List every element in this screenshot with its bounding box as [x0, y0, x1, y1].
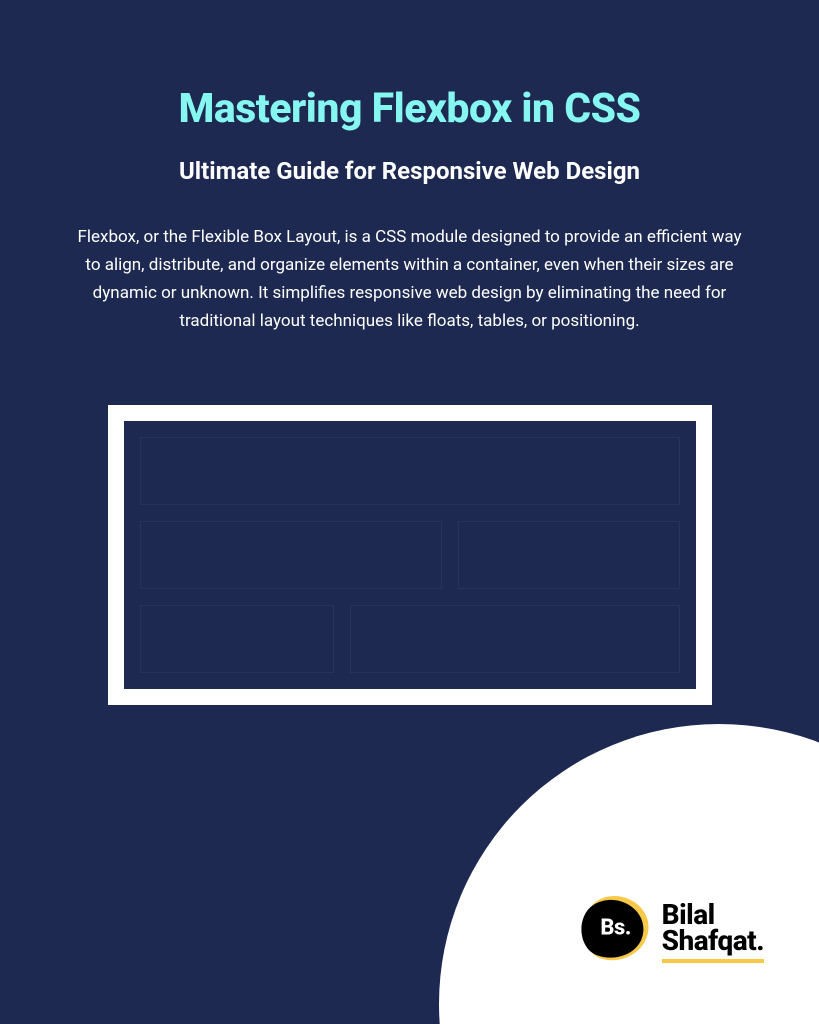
- logo-abbr: Bs.: [600, 916, 630, 941]
- diagram-cell: [140, 605, 334, 673]
- diagram-cell: [458, 521, 680, 589]
- diagram-row: [140, 605, 680, 673]
- diagram-cell: [140, 437, 680, 505]
- author-logo: Bs. Bilal Shafqat.: [580, 892, 764, 964]
- logo-blob-icon: Bs.: [580, 892, 652, 964]
- diagram-cell: [140, 521, 442, 589]
- flexbox-diagram: [108, 405, 712, 705]
- diagram-row: [140, 437, 680, 505]
- corner-circle-decoration: [439, 724, 819, 1024]
- intro-paragraph: Flexbox, or the Flexible Box Layout, is …: [70, 223, 750, 335]
- diagram-row: [140, 521, 680, 589]
- page-subtitle: Ultimate Guide for Responsive Web Design: [60, 157, 759, 185]
- page-title: Mastering Flexbox in CSS: [60, 85, 759, 133]
- logo-name-line2: Shafqat.: [662, 927, 764, 955]
- logo-text: Bilal Shafqat.: [662, 901, 764, 955]
- diagram-cell: [350, 605, 680, 673]
